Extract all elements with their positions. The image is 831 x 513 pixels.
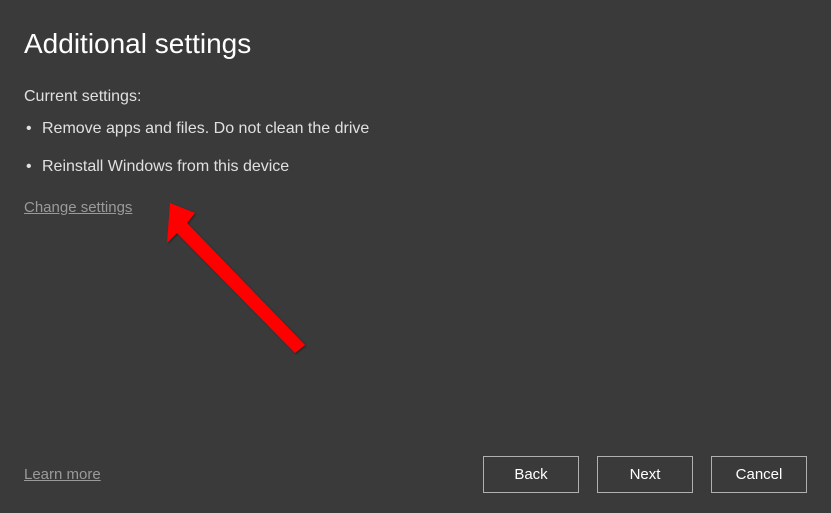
change-settings-link[interactable]: Change settings [24,199,132,216]
main-content: Additional settings Current settings: Re… [0,0,831,217]
current-settings-list: Remove apps and files. Do not clean the … [24,116,807,179]
footer: Learn more Back Next Cancel [24,456,807,493]
learn-more-link[interactable]: Learn more [24,466,101,483]
cancel-button[interactable]: Cancel [711,456,807,493]
back-button[interactable]: Back [483,456,579,493]
arrow-annotation-icon [155,195,315,370]
next-button[interactable]: Next [597,456,693,493]
current-settings-label: Current settings: [24,88,807,106]
page-title: Additional settings [24,28,807,60]
list-item: Remove apps and files. Do not clean the … [24,116,807,142]
button-row: Back Next Cancel [483,456,807,493]
list-item: Reinstall Windows from this device [24,154,807,180]
